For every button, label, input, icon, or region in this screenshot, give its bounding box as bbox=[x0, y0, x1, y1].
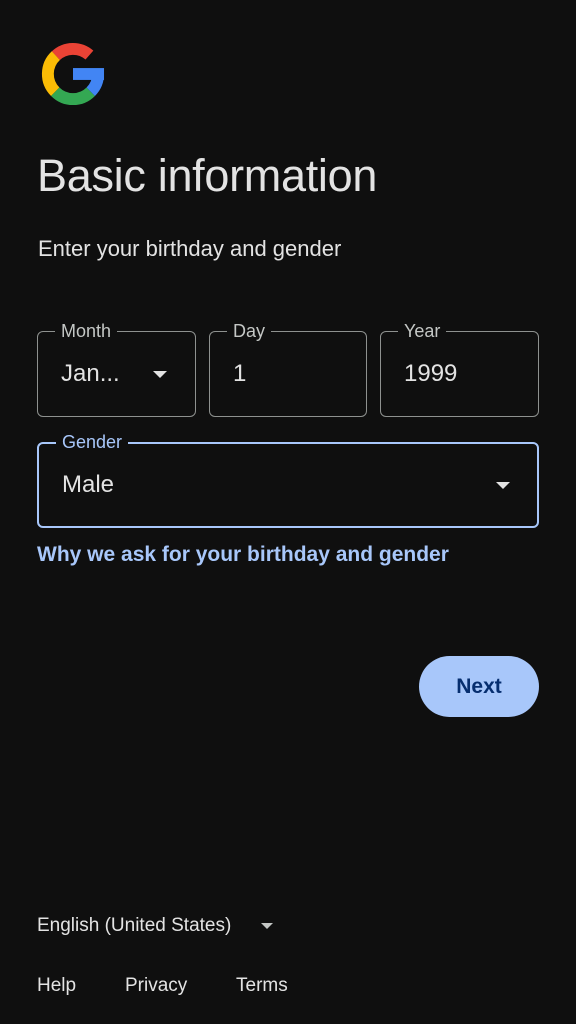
next-button[interactable]: Next bbox=[419, 656, 539, 717]
help-link[interactable]: Help bbox=[37, 975, 76, 997]
privacy-link[interactable]: Privacy bbox=[125, 975, 187, 997]
page-title: Basic information bbox=[37, 150, 378, 201]
why-we-ask-link[interactable]: Why we ask for your birthday and gender bbox=[37, 543, 449, 567]
page-subtitle: Enter your birthday and gender bbox=[38, 236, 342, 261]
chevron-down-icon bbox=[153, 371, 167, 378]
google-logo-icon bbox=[41, 43, 105, 106]
language-label: English (United States) bbox=[37, 915, 232, 936]
chevron-down-icon bbox=[496, 482, 510, 489]
gender-value: Male bbox=[62, 471, 115, 498]
chevron-down-icon bbox=[261, 923, 274, 929]
month-value: Jan... bbox=[61, 360, 120, 387]
year-value: 1999 bbox=[404, 360, 458, 387]
month-select[interactable]: Month Jan... bbox=[37, 320, 196, 417]
gender-select[interactable]: Gender Male bbox=[37, 431, 539, 528]
day-field[interactable]: Day 1 bbox=[209, 320, 367, 417]
language-selector[interactable]: English (United States) bbox=[37, 913, 274, 939]
year-field[interactable]: Year 1999 bbox=[380, 320, 539, 417]
terms-link[interactable]: Terms bbox=[236, 975, 288, 997]
day-value: 1 bbox=[233, 360, 247, 387]
